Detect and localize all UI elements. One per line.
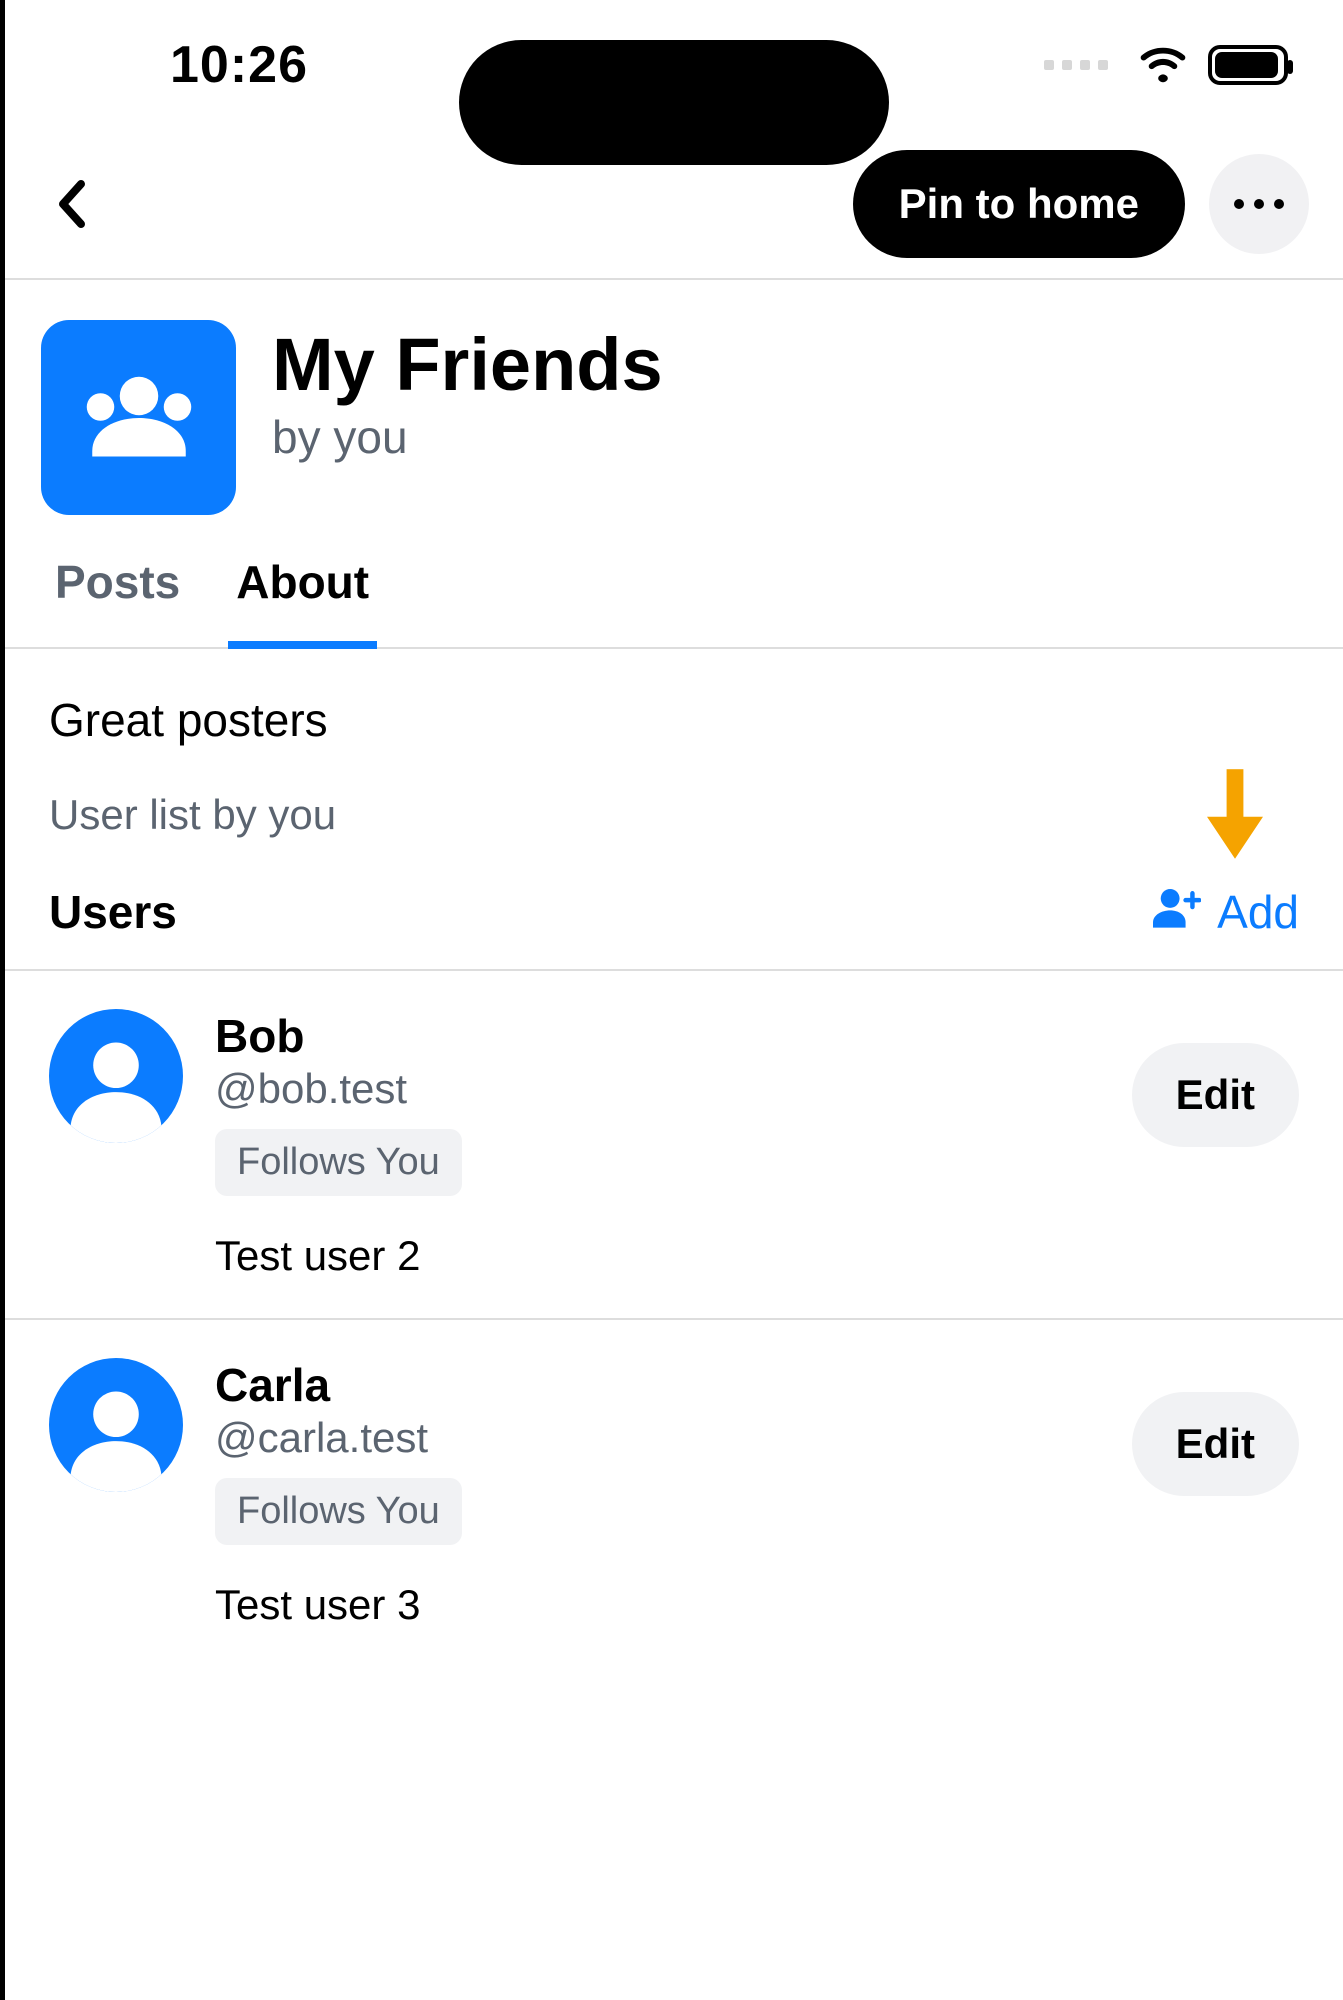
pin-to-home-button[interactable]: Pin to home [853, 150, 1185, 258]
list-title: My Friends [272, 326, 663, 404]
edit-user-button[interactable]: Edit [1132, 1043, 1299, 1147]
wifi-icon [1140, 47, 1186, 83]
avatar [49, 1009, 183, 1143]
add-user-label: Add [1217, 885, 1299, 939]
tabs: Posts About [5, 515, 1343, 649]
list-header: My Friends by you [5, 280, 1343, 515]
users-heading: Users [49, 885, 177, 939]
tab-posts[interactable]: Posts [55, 555, 180, 647]
edit-user-button[interactable]: Edit [1132, 1392, 1299, 1496]
list-avatar-icon [41, 320, 236, 515]
more-options-button[interactable] [1209, 154, 1309, 254]
user-display-name: Bob [215, 1009, 1132, 1063]
list-type-byline: User list by you [49, 791, 1299, 839]
user-bio: Test user 3 [215, 1581, 1132, 1629]
follows-you-badge: Follows You [215, 1129, 462, 1196]
status-bar: 10:26 [5, 0, 1343, 130]
annotation-arrow-icon [1207, 769, 1263, 864]
user-bio: Test user 2 [215, 1232, 1132, 1280]
user-handle: @carla.test [215, 1414, 1132, 1462]
device-notch [459, 40, 889, 165]
about-section: Great posters User list by you Users Add [5, 649, 1343, 971]
follows-you-badge: Follows You [215, 1478, 462, 1545]
cellular-icon [1044, 60, 1108, 70]
add-user-icon [1153, 885, 1201, 939]
add-user-button[interactable]: Add [1153, 885, 1299, 939]
user-display-name: Carla [215, 1358, 1132, 1412]
user-handle: @bob.test [215, 1065, 1132, 1113]
battery-icon [1208, 45, 1288, 85]
user-row[interactable]: Bob @bob.test Follows You Test user 2 Ed… [5, 971, 1343, 1320]
status-time: 10:26 [170, 35, 308, 95]
tab-about[interactable]: About [236, 555, 369, 647]
avatar [49, 1358, 183, 1492]
list-description: Great posters [49, 693, 1299, 747]
back-button[interactable] [41, 174, 101, 234]
list-byline: by you [272, 410, 663, 464]
user-row[interactable]: Carla @carla.test Follows You Test user … [5, 1320, 1343, 1667]
